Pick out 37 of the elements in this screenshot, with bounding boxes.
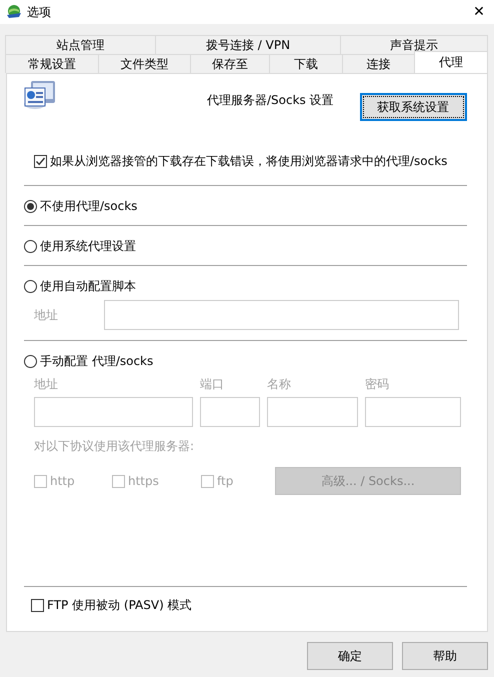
- radio-button[interactable]: [24, 355, 37, 368]
- checkbox-label: 如果从浏览器接管的下载存在下载错误，将使用浏览器请求中的代理/socks: [50, 152, 448, 170]
- field-label: 名称: [267, 376, 292, 393]
- checkbox-label: https: [128, 474, 159, 488]
- checkbox-label: FTP 使用被动 (PASV) 模式: [47, 597, 192, 614]
- window-title: 选项: [27, 4, 52, 20]
- radio-button[interactable]: [24, 280, 37, 293]
- help-button[interactable]: 帮助: [402, 642, 488, 670]
- tab[interactable]: 连接: [342, 54, 415, 73]
- tab[interactable]: 站点管理: [5, 35, 156, 54]
- field-label: 端口: [200, 376, 225, 393]
- tab[interactable]: 声音提示: [340, 35, 488, 54]
- globe-icon: [6, 4, 22, 20]
- radio-label: 手动配置 代理/socks: [40, 353, 154, 370]
- field-label: 密码: [365, 376, 390, 393]
- tab[interactable]: 保存至: [190, 54, 270, 73]
- tab[interactable]: 常规设置: [5, 54, 99, 73]
- checkbox-label: ftp: [217, 474, 234, 488]
- close-button[interactable]: ✕: [464, 0, 494, 24]
- field-label: 地址: [34, 376, 59, 393]
- checkbox-label: http: [50, 474, 75, 488]
- field-label: 地址: [34, 306, 59, 324]
- get-system-settings-button[interactable]: 获取系统设置: [360, 93, 467, 121]
- ok-button[interactable]: 确定: [307, 642, 393, 670]
- radio-button[interactable]: [24, 200, 37, 213]
- radio-label: 不使用代理/socks: [40, 198, 138, 215]
- section-title: 代理服务器/Socks 设置: [207, 92, 334, 109]
- protocol-label: 对以下协议使用该代理服务器:: [34, 438, 196, 455]
- radio-label: 使用系统代理设置: [40, 238, 136, 255]
- checkbox[interactable]: [34, 154, 47, 168]
- tab[interactable]: 拨号连接 / VPN: [155, 35, 341, 54]
- tab[interactable]: 代理: [414, 51, 488, 73]
- radio-label: 使用自动配置脚本: [40, 278, 136, 295]
- tab[interactable]: 文件类型: [98, 54, 191, 73]
- radio-button[interactable]: [24, 240, 37, 253]
- checkbox[interactable]: [31, 599, 44, 612]
- computer-icon: [23, 80, 57, 110]
